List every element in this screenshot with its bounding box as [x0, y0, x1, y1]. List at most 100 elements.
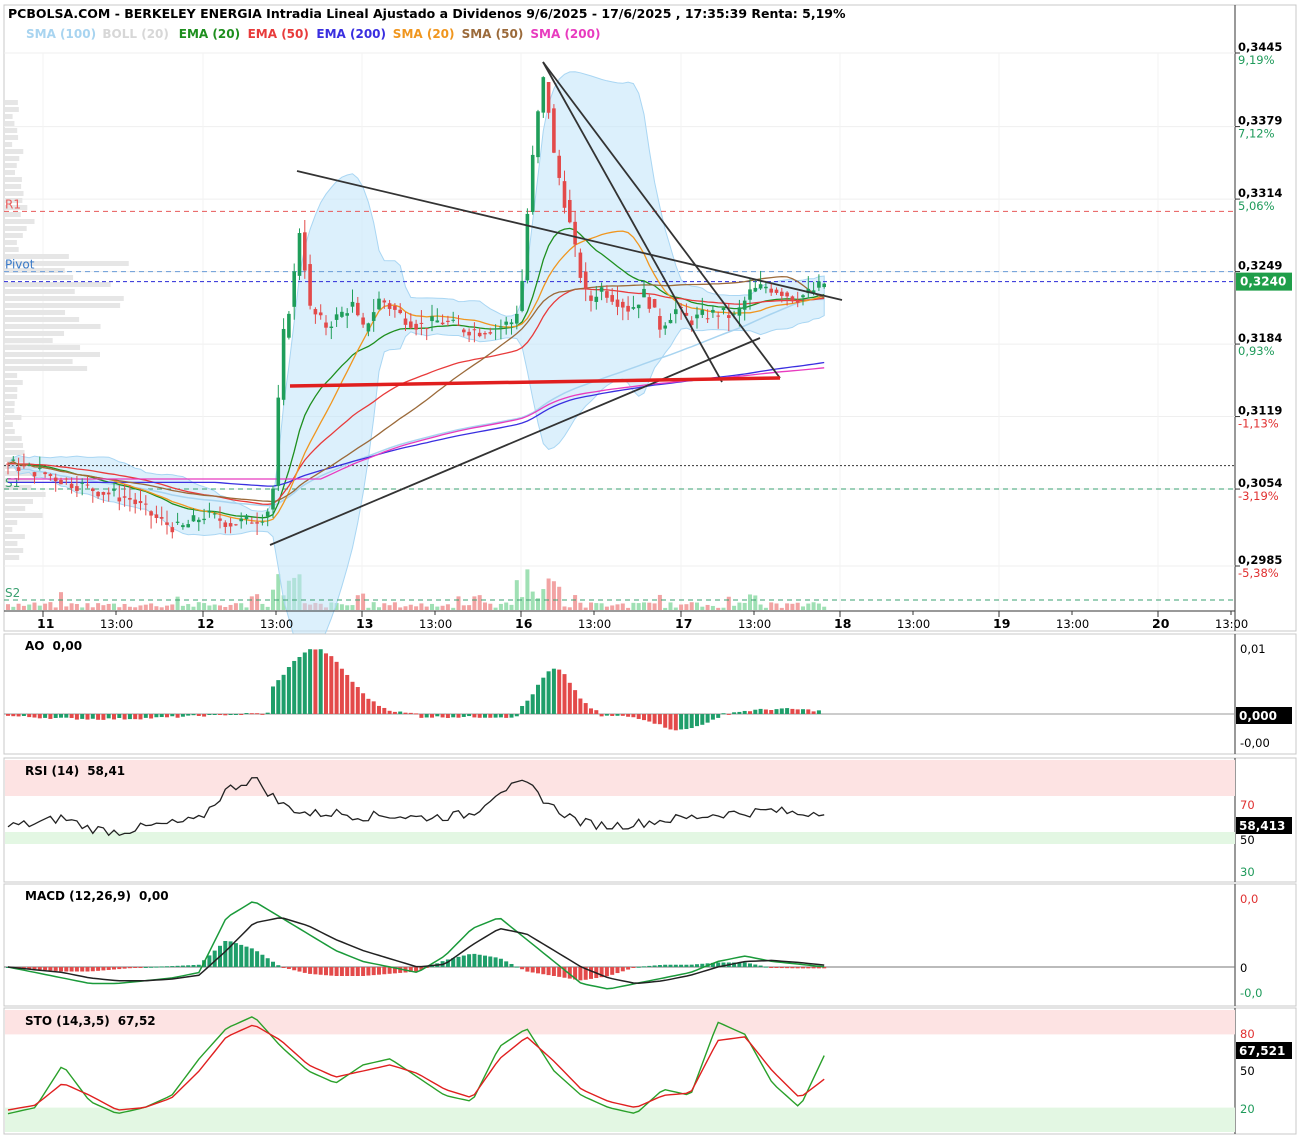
ao-bar	[732, 712, 737, 714]
macd-hist-bar	[541, 967, 546, 975]
profile-bar	[5, 184, 22, 189]
macd-hist-bar	[477, 954, 482, 967]
sto-oversold-zone	[5, 1107, 1235, 1132]
day-label-20: 20	[1152, 616, 1170, 631]
candle	[22, 465, 26, 467]
volume-bar	[615, 604, 620, 610]
candle	[27, 464, 31, 466]
ao-bar	[218, 714, 222, 715]
profile-bar	[5, 149, 24, 154]
macd-hist-bar	[626, 967, 631, 970]
ao-bar	[64, 714, 69, 718]
ao-value-tag: 0,000	[1239, 709, 1277, 723]
macd-hist-bar	[302, 967, 307, 973]
candle	[546, 82, 551, 113]
candle	[64, 478, 69, 480]
profile-bar	[5, 492, 46, 497]
candle	[250, 522, 254, 524]
macd-hist-bar	[785, 967, 790, 969]
ao-bar	[281, 674, 286, 714]
macd-hist-bar	[265, 958, 270, 967]
macd-hist-bar	[668, 964, 673, 967]
volume-bar	[504, 602, 509, 610]
macd-hist-bar	[520, 967, 525, 970]
volume-bar	[705, 604, 710, 610]
macd-hist-bar	[80, 967, 85, 972]
price-label-6: 0,3054	[1238, 476, 1282, 490]
candle	[748, 289, 752, 300]
ao-bar	[795, 709, 800, 714]
macd-hist-bar	[589, 967, 593, 979]
ao-bar	[387, 710, 392, 714]
candle	[552, 108, 556, 153]
legend-item-2: EMA (20)	[179, 27, 240, 41]
macd-hist-bar	[514, 966, 519, 968]
ao-bar	[27, 714, 32, 718]
volume-bar	[371, 602, 376, 610]
ao-bar	[408, 712, 413, 714]
ao-bar	[610, 714, 615, 716]
volume-bar	[207, 605, 212, 610]
ao-bar	[106, 714, 111, 719]
volume-bar	[355, 595, 360, 610]
macd-hist-bar	[604, 967, 609, 977]
volume-bar	[801, 606, 805, 610]
candle	[281, 328, 286, 400]
sto-overbought-zone	[5, 1010, 1235, 1035]
ao-bar	[271, 686, 275, 714]
profile-bar	[5, 240, 17, 245]
volume-bar	[567, 607, 572, 610]
candle	[488, 332, 493, 334]
sto-axis-50: 50	[1240, 1064, 1255, 1078]
profile-bar	[5, 422, 13, 427]
ao-bar	[753, 709, 758, 714]
volume-bar	[599, 603, 604, 610]
ao-bar	[202, 714, 207, 717]
ao-bar	[122, 714, 127, 720]
day-label-19: 19	[993, 616, 1010, 631]
volume-bar	[636, 603, 641, 610]
volume-bar	[403, 606, 408, 610]
profile-bar	[5, 212, 21, 217]
ao-bar	[636, 714, 641, 719]
legend-item-5: SMA (20)	[393, 27, 455, 41]
candle	[790, 296, 795, 302]
ao-bar	[175, 714, 180, 718]
ao-bar	[498, 714, 503, 718]
candle	[499, 326, 503, 328]
macd-hist-bar	[488, 956, 493, 967]
ao-bar	[53, 714, 58, 718]
macd-hist-bar	[74, 967, 79, 972]
legend-item-1: BOLL (20)	[102, 27, 168, 41]
ao-bar	[684, 714, 689, 730]
candle	[536, 111, 540, 158]
ao-bar	[779, 708, 784, 714]
candle	[430, 316, 434, 322]
candle	[361, 317, 365, 325]
ao-bar	[233, 714, 238, 715]
macd-hist-bar	[801, 967, 805, 969]
candle	[674, 309, 678, 315]
volume-bar	[218, 605, 222, 610]
candle	[234, 524, 238, 526]
candle	[11, 459, 16, 461]
candle	[170, 527, 175, 533]
profile-bar	[5, 128, 18, 133]
macd-hist-bar	[191, 965, 196, 967]
ao-bar	[445, 714, 450, 718]
candle	[801, 295, 805, 298]
ao-bar	[668, 714, 673, 730]
candle	[144, 503, 148, 505]
volume-bar	[514, 580, 519, 610]
ao-bar	[811, 711, 816, 714]
candle	[435, 320, 440, 323]
candle	[737, 307, 742, 316]
candle	[658, 316, 662, 330]
macd-hist-bar	[133, 967, 138, 968]
macd-hist-bar	[361, 967, 366, 976]
macd-hist-bar	[149, 966, 154, 968]
volume-bar	[451, 607, 456, 610]
ao-bar	[700, 714, 705, 725]
macd-hist-bar	[170, 966, 175, 968]
volume-bar	[604, 606, 609, 610]
